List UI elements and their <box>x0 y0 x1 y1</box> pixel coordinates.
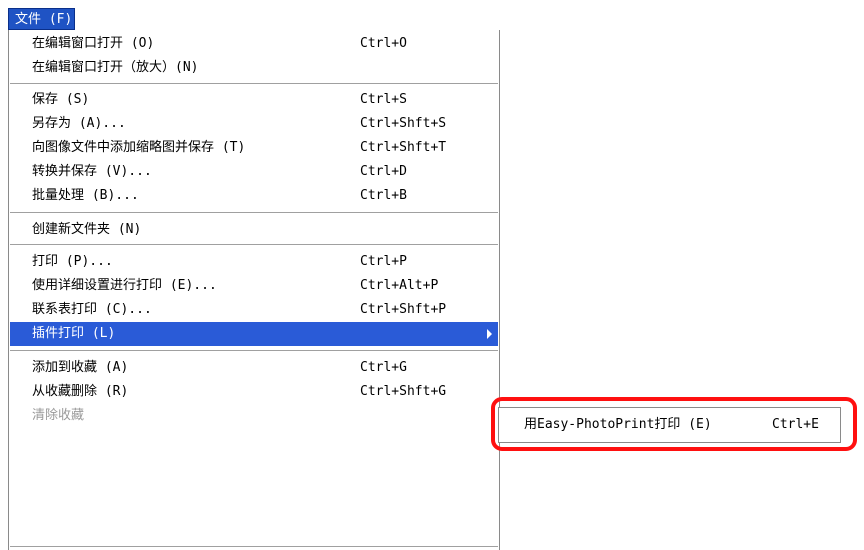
menu-item-new-folder[interactable]: 创建新文件夹 (N) <box>10 218 498 242</box>
menu-item-label: 转换并保存 (V)... <box>32 164 152 179</box>
menu-item-label: 创建新文件夹 (N) <box>32 222 142 237</box>
highlight-annotation-frame <box>491 397 857 451</box>
menu-item-label: 在编辑窗口打开（放大）(N) <box>32 60 199 75</box>
menu-item-print-detailed[interactable]: 使用详细设置进行打印 (E)... Ctrl+Alt+P <box>10 274 498 298</box>
menu-item-label: 清除收藏 <box>32 408 85 423</box>
menu-item-shortcut: Ctrl+Alt+P <box>360 278 439 293</box>
menu-file[interactable]: 文件 (F) <box>8 8 75 30</box>
menu-item-batch-process[interactable]: 批量处理 (B)... Ctrl+B <box>10 184 498 208</box>
menu-item-label: 批量处理 (B)... <box>32 188 139 203</box>
menu-item-convert-and-save[interactable]: 转换并保存 (V)... Ctrl+D <box>10 160 498 184</box>
menu-item-label: 插件打印 (L) <box>32 326 116 341</box>
menu-item-save[interactable]: 保存 (S) Ctrl+S <box>10 88 498 112</box>
menu-separator <box>10 212 498 214</box>
menu-item-shortcut: Ctrl+Shft+T <box>360 140 447 155</box>
menu-separator <box>10 350 498 352</box>
menu-item-plugin-print[interactable]: 插件打印 (L) <box>10 322 498 346</box>
menu-item-label: 从收藏删除 (R) <box>32 384 129 399</box>
menu-item-label: 联系表打印 (C)... <box>32 302 152 317</box>
menu-item-shortcut: Ctrl+S <box>360 92 407 107</box>
menu-item-add-thumbnail-and-save[interactable]: 向图像文件中添加缩略图并保存 (T) Ctrl+Shft+T <box>10 136 498 160</box>
menu-item-shortcut: Ctrl+P <box>360 254 407 269</box>
menu-item-shortcut: Ctrl+Shft+P <box>360 302 447 317</box>
menu-item-add-to-favorites[interactable]: 添加到收藏 (A) Ctrl+G <box>10 356 498 380</box>
menu-item-open-in-editor[interactable]: 在编辑窗口打开 (O) Ctrl+O <box>10 32 498 56</box>
file-menu: 在编辑窗口打开 (O) Ctrl+O 在编辑窗口打开（放大）(N) 保存 (S)… <box>8 30 500 550</box>
menu-item-shortcut: Ctrl+G <box>360 360 407 375</box>
menu-item-label: 打印 (P)... <box>32 254 113 269</box>
menu-item-clear-favorites: 清除收藏 <box>10 404 498 428</box>
menu-item-print[interactable]: 打印 (P)... Ctrl+P <box>10 250 498 274</box>
menu-item-shortcut: Ctrl+B <box>360 188 407 203</box>
menu-item-label: 另存为 (A)... <box>32 116 126 131</box>
menu-separator <box>10 546 498 548</box>
submenu-arrow-icon <box>487 329 492 339</box>
menu-item-label: 向图像文件中添加缩略图并保存 (T) <box>32 140 246 155</box>
menu-item-remove-from-favorites[interactable]: 从收藏删除 (R) Ctrl+Shft+G <box>10 380 498 404</box>
menu-separator <box>10 83 498 85</box>
menu-item-contact-sheet-print[interactable]: 联系表打印 (C)... Ctrl+Shft+P <box>10 298 498 322</box>
menu-item-label: 保存 (S) <box>32 92 90 107</box>
menu-item-label: 使用详细设置进行打印 (E)... <box>32 278 217 293</box>
menu-item-shortcut: Ctrl+Shft+G <box>360 384 447 399</box>
menu-item-shortcut: Ctrl+Shft+S <box>360 116 447 131</box>
menu-item-label: 在编辑窗口打开 (O) <box>32 36 155 51</box>
menu-separator <box>10 244 498 246</box>
menu-item-shortcut: Ctrl+O <box>360 36 407 51</box>
menu-item-label: 添加到收藏 (A) <box>32 360 129 375</box>
menu-item-shortcut: Ctrl+D <box>360 164 407 179</box>
menu-item-save-as[interactable]: 另存为 (A)... Ctrl+Shft+S <box>10 112 498 136</box>
menu-item-open-in-editor-zoomed[interactable]: 在编辑窗口打开（放大）(N) <box>10 56 498 80</box>
